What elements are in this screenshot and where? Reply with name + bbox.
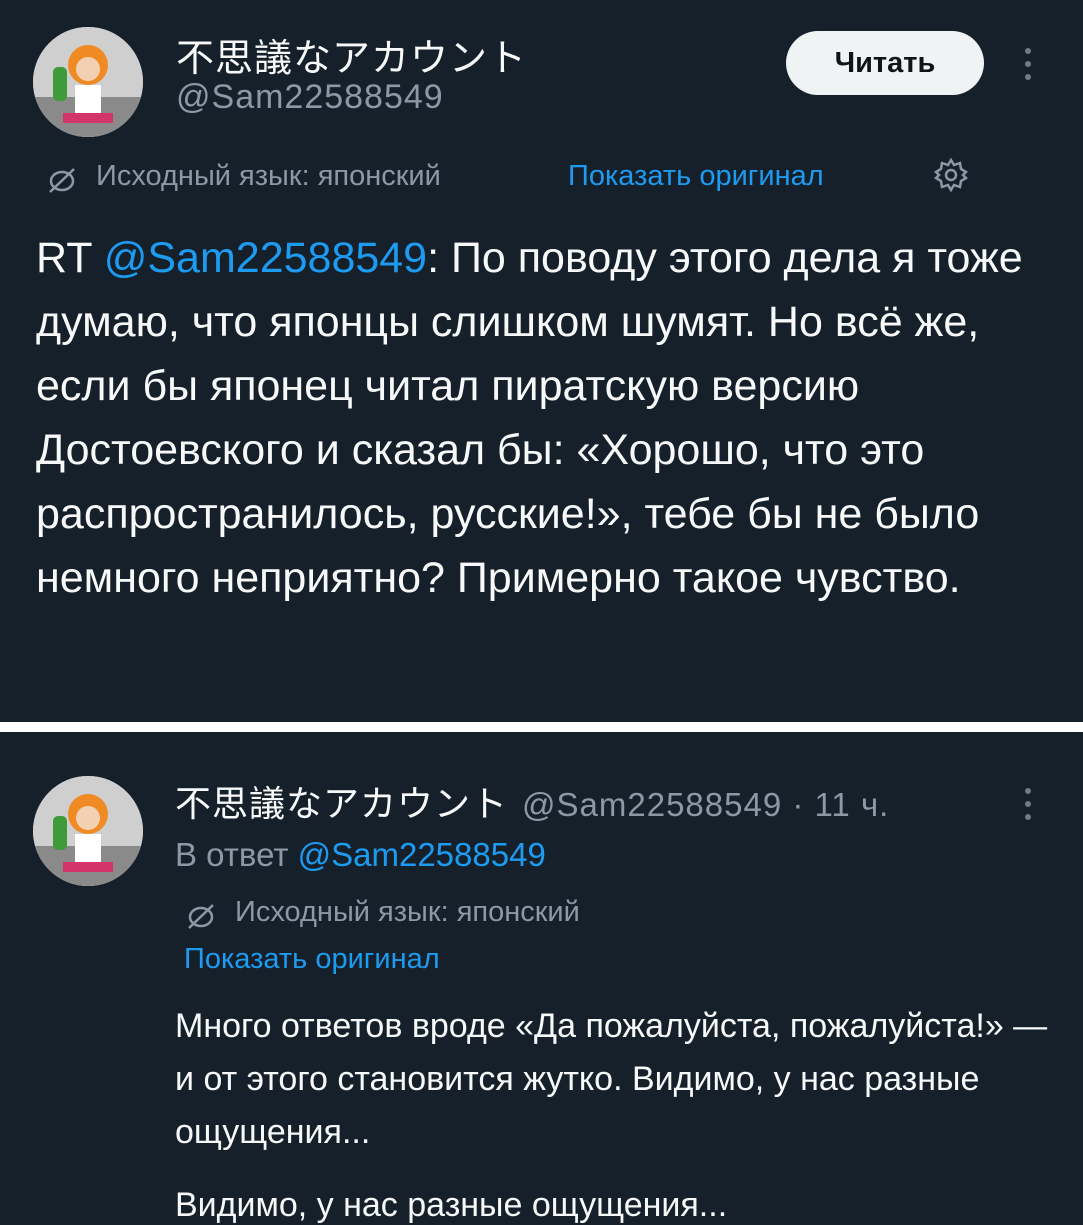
- reply-display-name[interactable]: 不思議なアカウント: [175, 783, 508, 824]
- show-original-link[interactable]: Показать оригинал: [568, 160, 824, 193]
- reply-text-overflow: Видимо, у нас разные ощущения...: [175, 1186, 728, 1224]
- display-name[interactable]: 不思議なアカウント: [176, 27, 527, 82]
- source-language: Исходный язык: японский: [96, 160, 441, 192]
- tweet-mention[interactable]: @Sam22588549: [104, 234, 427, 282]
- reply-to-label: В ответ: [175, 836, 298, 873]
- reply-to-line: В ответ @Sam22588549: [175, 836, 546, 874]
- tweet-body: : По поводу этого дела я тоже думаю, что…: [36, 234, 1023, 602]
- more-icon[interactable]: [1021, 48, 1035, 87]
- reply-handle[interactable]: @Sam22588549: [522, 786, 782, 823]
- retweet-prefix: RT: [36, 234, 104, 282]
- divider: [0, 722, 1083, 732]
- gear-icon[interactable]: [932, 156, 970, 194]
- avatar[interactable]: [33, 27, 143, 137]
- tweet-text: RT @Sam22588549: По поводу этого дела я …: [36, 226, 1046, 610]
- reply-show-original-link[interactable]: Показать оригинал: [184, 943, 440, 976]
- reply-text: Много ответов вроде «Да пожалуйста, пожа…: [175, 1007, 1048, 1151]
- timestamp[interactable]: 11 ч.: [815, 786, 890, 823]
- reply-source-language: Исходный язык: японский: [235, 896, 580, 928]
- reply-translate-icon: [188, 904, 214, 929]
- follow-button[interactable]: Читать: [786, 31, 984, 95]
- meta-separator: ·: [782, 786, 815, 823]
- translate-icon: [49, 168, 75, 193]
- user-handle[interactable]: @Sam22588549: [176, 78, 444, 117]
- reply-avatar[interactable]: [33, 776, 143, 886]
- tweet-panel: 不思議なアカウント @Sam22588549 Читать Исходный я…: [0, 0, 1083, 722]
- reply-more-icon[interactable]: [1021, 788, 1035, 827]
- reply-to-mention[interactable]: @Sam22588549: [298, 836, 546, 873]
- reply-header: 不思議なアカウント @Sam22588549 · 11 ч.: [175, 775, 889, 827]
